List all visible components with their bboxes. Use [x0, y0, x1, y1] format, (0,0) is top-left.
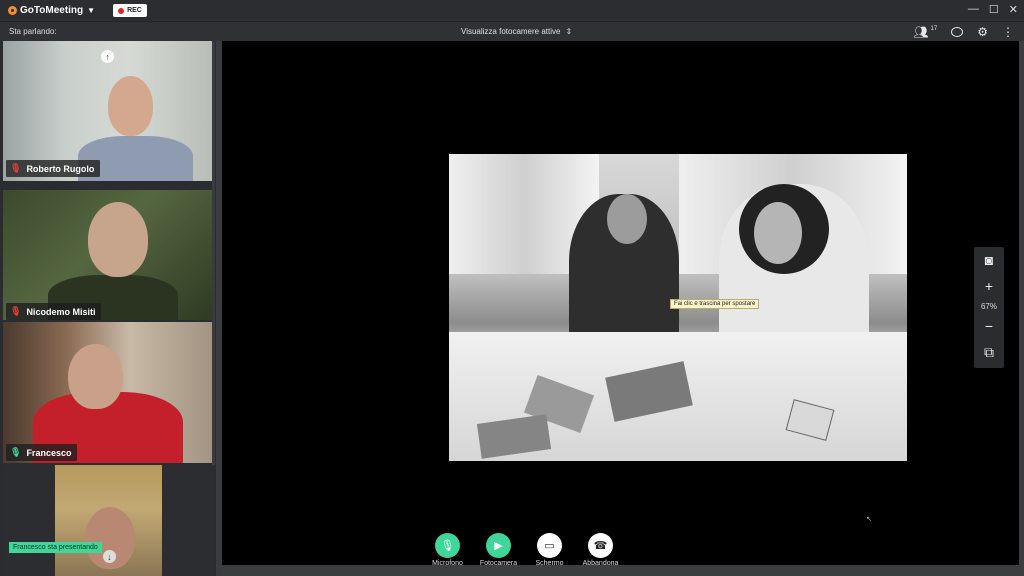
video-tile[interactable]: ↓ [3, 465, 214, 576]
bottom-border [222, 565, 1019, 576]
chevron-down-icon: ▼ [87, 6, 96, 15]
participant-name: Francesco [26, 447, 72, 458]
camera-view-select[interactable]: Visualizza fotocamere attive ⇕ [461, 27, 572, 36]
title-bar: GoToMeeting ▼ REC — ☐ ✕ [0, 0, 1024, 21]
record-dot-icon [118, 7, 125, 14]
updown-chevron-icon: ⇕ [565, 27, 573, 36]
people-icon: 👥︎ [913, 25, 929, 39]
camera-icon: ▶ [486, 533, 511, 558]
maximize-button[interactable]: ☐ [989, 3, 999, 16]
screen-share-button[interactable]: ▭ Schermo [524, 533, 575, 567]
participant-nameplate: 🎙︎ Francesco [6, 444, 78, 461]
bride-face [754, 202, 802, 264]
right-border [1019, 41, 1024, 576]
screen-share-icon: ▭ [537, 533, 562, 558]
microphone-icon: 🎙︎ [10, 447, 22, 457]
zoom-out-icon[interactable]: − [985, 313, 993, 339]
participant-nameplate: 🎙︎ Nicodemo Misiti [6, 303, 102, 320]
camera-button[interactable]: ▶ Fotocamera [473, 533, 524, 567]
close-button[interactable]: ✕ [1009, 3, 1018, 16]
participant-nameplate: 🎙︎ Roberto Rugolo [6, 160, 101, 177]
microphone-button[interactable]: 🎙︎ Microfono [422, 533, 473, 567]
zoom-in-icon[interactable]: + [985, 273, 993, 299]
more-options-icon[interactable]: ⋮ [1002, 25, 1014, 39]
zoom-controls: ◙ + 67% − ⧉ [974, 247, 1004, 368]
video-tile[interactable]: 🎙︎ Nicodemo Misiti [3, 190, 214, 320]
presenting-banner: Francesco sta presentando [9, 542, 102, 553]
app-name: GoToMeeting [20, 5, 84, 16]
gotomeeting-logo-icon [8, 6, 17, 15]
leave-meeting-button[interactable]: ☎ Abbandona [575, 533, 626, 567]
rec-label: REC [127, 7, 142, 14]
hangup-icon: ☎ [588, 533, 613, 558]
app-menu[interactable]: GoToMeeting ▼ [8, 5, 95, 16]
camera-view-label: Visualizza fotocamere attive [461, 27, 561, 36]
video-tile[interactable]: 🎙︎ Francesco [3, 322, 214, 463]
settings-gear-icon[interactable]: ⚙ [977, 25, 988, 39]
meeting-toolbar: Sta parlando: Visualizza fotocamere atti… [0, 21, 1024, 42]
scroll-up-arrow-icon[interactable]: ↑ [101, 50, 114, 63]
microphone-icon: 🎙︎ [435, 533, 460, 558]
groom-face [607, 194, 647, 244]
video-tile[interactable]: ↑ 🎙︎ Roberto Rugolo [3, 41, 214, 181]
recording-badge[interactable]: REC [113, 4, 147, 17]
attendee-count: 17 [930, 26, 938, 32]
participant-head [88, 202, 148, 277]
mouse-cursor-icon: ↖ [866, 516, 872, 523]
participant-name: Nicodemo Misiti [26, 306, 96, 317]
scroll-down-arrow-icon[interactable]: ↓ [103, 550, 116, 563]
move-tooltip: Fai clic e trascina per spostare [670, 299, 760, 309]
attendees-button[interactable]: 👥︎ 17 [913, 25, 937, 39]
participant-head [68, 344, 123, 409]
window-controls: — ☐ ✕ [968, 3, 1018, 16]
participant-name: Roberto Rugolo [26, 163, 95, 174]
snapshot-camera-icon[interactable]: ◙ [985, 247, 993, 273]
participant-head [108, 76, 153, 136]
fit-screen-icon[interactable]: ⧉ [984, 339, 994, 365]
speaking-indicator: Sta parlando: [9, 27, 57, 36]
zoom-level: 67% [980, 301, 997, 311]
mic-muted-icon: 🎙︎ [10, 163, 22, 173]
mic-muted-icon: 🎙︎ [10, 306, 22, 316]
chat-icon[interactable] [951, 27, 964, 37]
meeting-controls: 🎙︎ Microfono ▶ Fotocamera ▭ Schermo ☎ Ab… [422, 533, 626, 567]
minimize-button[interactable]: — [968, 3, 979, 16]
sidebar-scrollbar[interactable] [212, 41, 215, 465]
